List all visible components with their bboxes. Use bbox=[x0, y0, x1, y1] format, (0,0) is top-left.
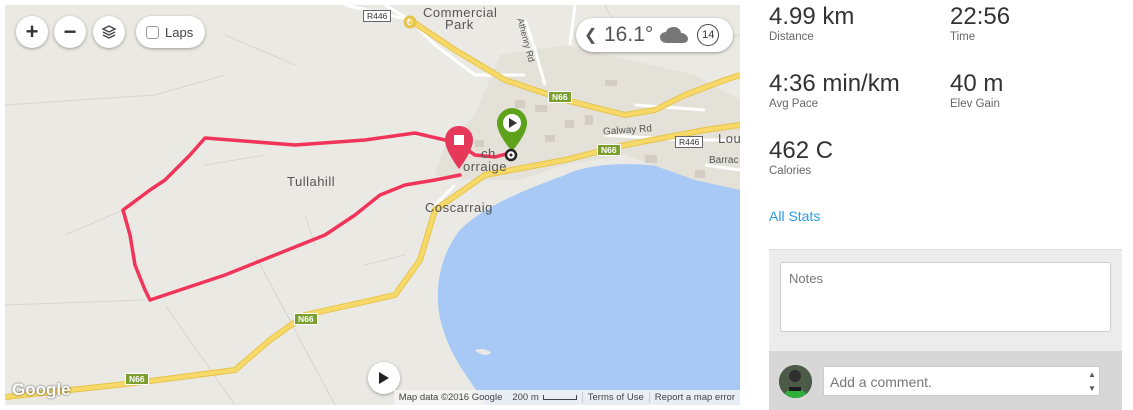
temperature: 16.1° bbox=[604, 23, 654, 46]
time-label: Time bbox=[950, 31, 976, 43]
calories-label: Calories bbox=[769, 165, 812, 177]
play-icon bbox=[379, 372, 389, 384]
map-attribution: Map data ©2016 Google 200 m Terms of Use… bbox=[393, 390, 740, 405]
scroll-up-icon[interactable]: ▲ bbox=[1088, 370, 1096, 379]
road-tag-r446: R446 bbox=[675, 136, 704, 148]
layers-icon bbox=[101, 25, 117, 39]
route-map[interactable]: Commercial Park Athenry Rd Galway Rd Lou… bbox=[5, 5, 740, 405]
map-scale: 200 m bbox=[507, 392, 581, 403]
google-logo: Google bbox=[12, 380, 71, 399]
stat-distance: 4.99 km Distance bbox=[769, 3, 855, 44]
start-pin-icon[interactable] bbox=[496, 107, 528, 165]
notes-input[interactable]: Notes bbox=[780, 262, 1111, 332]
all-stats-link[interactable]: All Stats bbox=[769, 208, 820, 224]
notes-panel: Notes bbox=[769, 249, 1122, 351]
laps-toggle[interactable]: Laps bbox=[136, 16, 206, 48]
elev-gain-label: Elev Gain bbox=[950, 98, 1000, 110]
road-tag-n66: N66 bbox=[548, 91, 572, 103]
chevron-left-icon[interactable]: ❮ bbox=[584, 25, 598, 45]
calories-value: 462 C bbox=[769, 137, 834, 164]
user-avatar-icon bbox=[779, 365, 812, 398]
time-value: 22:56 bbox=[950, 3, 1011, 30]
label-park: Park bbox=[445, 17, 474, 32]
laps-checkbox[interactable] bbox=[146, 25, 159, 39]
scale-bar bbox=[542, 394, 577, 400]
cloud-icon bbox=[660, 27, 689, 43]
terms-link[interactable]: Terms of Use bbox=[581, 392, 649, 403]
elev-gain-value: 40 m bbox=[950, 70, 1004, 97]
laps-label: Laps bbox=[165, 24, 194, 40]
zoom-out-button[interactable]: − bbox=[54, 16, 86, 48]
weather-widget[interactable]: ❮ 16.1° 14 bbox=[576, 18, 733, 52]
finish-pin-icon[interactable] bbox=[444, 125, 474, 171]
comment-panel: Add a comment. ▲ ▼ bbox=[769, 351, 1122, 410]
stat-elev-gain: 40 m Elev Gain bbox=[950, 70, 1004, 111]
scroll-down-icon[interactable]: ▼ bbox=[1088, 384, 1096, 393]
label-coscarraig: Coscarraig bbox=[425, 200, 493, 215]
wind-speed: 14 bbox=[702, 29, 715, 41]
comment-scrollbar[interactable]: ▲ ▼ bbox=[1085, 367, 1099, 395]
comment-input[interactable]: Add a comment. ▲ ▼ bbox=[823, 366, 1100, 396]
stat-avg-pace: 4:36 min/km Avg Pace bbox=[769, 70, 900, 111]
map-data-credit: Map data ©2016 Google bbox=[398, 392, 503, 403]
road-tag-n66: N66 bbox=[294, 313, 318, 325]
wind-speed-icon: 14 bbox=[697, 24, 720, 46]
layers-button[interactable] bbox=[93, 16, 125, 48]
distance-value: 4.99 km bbox=[769, 3, 855, 30]
avg-pace-value: 4:36 min/km bbox=[769, 70, 900, 97]
road-tag-n66: N66 bbox=[597, 144, 621, 156]
stat-calories: 462 C Calories bbox=[769, 137, 834, 178]
avg-pace-label: Avg Pace bbox=[769, 98, 819, 110]
comment-placeholder: Add a comment. bbox=[830, 374, 932, 390]
distance-label: Distance bbox=[769, 31, 814, 43]
road-tag-n66: N66 bbox=[125, 373, 149, 385]
label-tullahill: Tullahill bbox=[287, 174, 336, 189]
zoom-in-button[interactable]: + bbox=[16, 16, 48, 48]
map-canvas bbox=[5, 5, 740, 405]
report-error-link[interactable]: Report a map error bbox=[648, 392, 740, 403]
label-lou: Lou bbox=[718, 131, 740, 146]
workout-detail-view: Commercial Park Athenry Rd Galway Rd Lou… bbox=[0, 0, 1133, 410]
label-barrac: Barrac bbox=[709, 155, 739, 166]
map-scale-label: 200 m bbox=[512, 392, 539, 403]
stat-time: 22:56 Time bbox=[950, 3, 1011, 44]
avatar bbox=[779, 365, 812, 398]
road-tag-r446: R446 bbox=[363, 10, 392, 22]
